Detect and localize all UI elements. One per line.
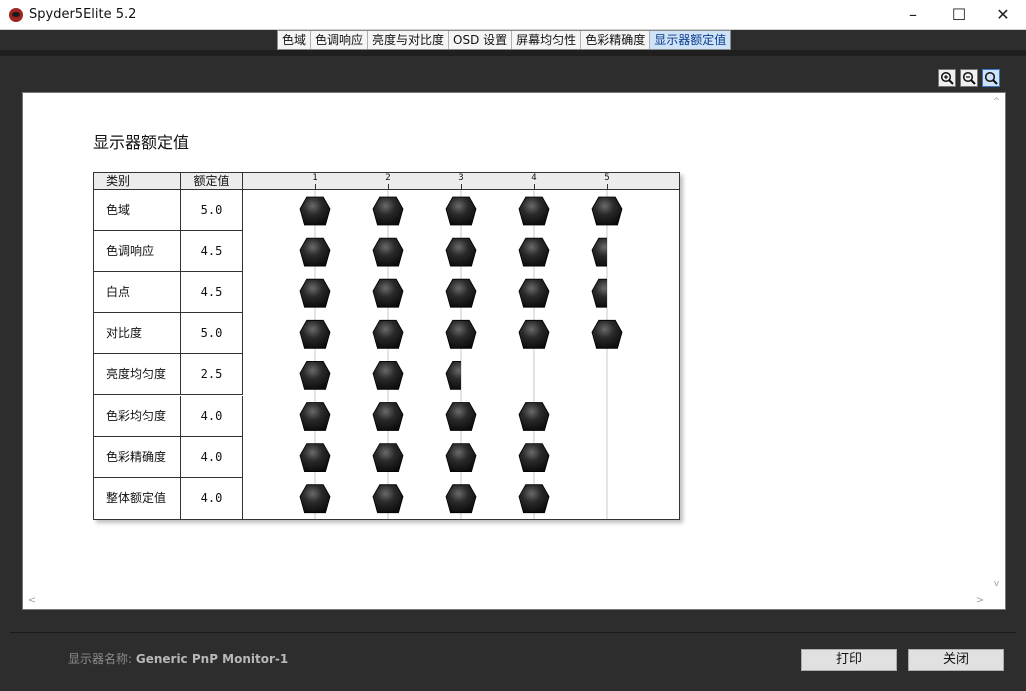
scroll-right-icon[interactable]: > [973,592,987,609]
rating-spyder-icon [591,278,607,308]
rating-spyder-icon [372,402,404,431]
tab-brightness-contrast[interactable]: 亮度与对比度 [368,31,450,49]
tab-tone-response[interactable]: 色调响应 [311,31,369,49]
scroll-left-icon[interactable]: < [25,592,39,609]
rating-spyder-icon [591,196,623,226]
rating-spyder-icon [445,484,477,514]
vertical-scrollbar[interactable]: ^ v [988,93,1005,593]
rating-spyder-icon [591,237,607,267]
row-rating-value: 4.0 [181,477,243,519]
tab-monitor-rating[interactable]: 显示器额定值 [650,31,731,49]
rating-spyder-icon [518,196,550,226]
row-category: 色调响应 [94,231,181,273]
rating-spyder-icon [445,361,461,390]
rating-spyder-icon [372,361,404,390]
rating-spyder-icon [299,278,331,308]
report-tabs: 色域 色调响应 亮度与对比度 OSD 设置 屏幕均匀性 色彩精确度 显示器额定值 [277,30,732,50]
rating-spyder-icon [445,443,477,472]
rating-spyder-icon [299,361,331,390]
monitor-name-caption: 显示器名称: [68,652,136,666]
scale-tick-5: 5 [604,173,610,183]
rating-spyder-icon [518,484,550,514]
row-rating-value: 4.5 [181,272,243,314]
header-category: 类别 [94,173,181,190]
rating-spyder-icon [445,319,477,349]
row-rating-value: 2.5 [181,354,243,396]
rating-spyder-icon [299,237,331,267]
rating-spyder-icon [299,484,331,514]
tab-screen-uniformity[interactable]: 屏幕均匀性 [512,31,582,49]
rating-spyder-icon [518,278,550,308]
row-category: 色域 [94,190,181,231]
zoom-fit-icon [984,71,998,85]
rating-spyder-icon [372,484,404,514]
row-rating-value: 5.0 [181,190,243,231]
header-value: 额定值 [181,173,243,190]
rating-spyder-icon [372,278,404,308]
rating-spyder-icon [518,319,550,349]
footer-divider [10,632,1016,633]
rating-spyder-icon [518,237,550,267]
row-category: 白点 [94,272,181,314]
ratings-table: 类别 额定值 12345 色域 5.0 色调响应 4.5 白点 4.5 对比度 5.0 亮度均匀… [93,172,680,520]
header-scale: 1 2 3 4 5 [243,173,679,190]
report-title: 显示器额定值 [93,133,190,152]
spyder-logo-icon [9,8,23,22]
row-rating-value: 4.5 [181,231,243,273]
close-window-button[interactable]: ✕ [980,0,1026,30]
rating-spyder-icon [518,402,550,431]
tab-color-accuracy[interactable]: 色彩精确度 [581,31,651,49]
scale-tick-2: 2 [385,173,391,183]
scale-tick-4: 4 [531,173,537,183]
print-button[interactable]: 打印 [801,649,897,671]
rating-spyder-icon [445,402,477,431]
rating-spyder-icon [372,319,404,349]
zoom-in-button[interactable] [938,69,956,87]
rating-spyder-icon [372,196,404,226]
zoom-in-icon [940,71,954,85]
horizontal-scrollbar[interactable]: < > [23,592,1005,609]
row-category: 色彩均匀度 [94,395,181,437]
rating-spyder-icon [591,319,623,349]
rating-spyder-icon [445,196,477,226]
toolbar-strip [0,50,1026,56]
scroll-up-icon[interactable]: ^ [988,95,1005,109]
tab-osd-settings[interactable]: OSD 设置 [449,31,513,49]
zoom-fit-button[interactable] [982,69,1000,87]
row-rating-value: 4.0 [181,436,243,478]
row-category: 整体额定值 [94,477,181,519]
monitor-name-value: Generic PnP Monitor-1 [135,652,289,666]
scale-tick-1: 1 [312,173,318,183]
maximize-button[interactable]: ☐ [936,0,982,30]
window-title: Spyder5Elite 5.2 [29,7,137,22]
rating-spyder-icon [445,278,477,308]
rating-spyder-icon [445,237,477,267]
tab-gamut[interactable]: 色域 [278,31,312,49]
row-category: 亮度均匀度 [94,354,181,396]
rating-spyder-icon [518,443,550,472]
rating-spyder-icon [372,443,404,472]
rating-spyder-icon [372,237,404,267]
row-category: 色彩精确度 [94,436,181,478]
zoom-out-icon [962,71,976,85]
report-panel: 显示器额定值 类别 额定值 12345 色域 5.0 色调响应 4.5 白点 4.5 对比度… [22,92,1006,610]
rating-spyder-icon [299,443,331,472]
close-button[interactable]: 关闭 [908,649,1004,671]
rating-spyder-icon [299,319,331,349]
zoom-out-button[interactable] [960,69,978,87]
rating-plot [299,190,623,519]
title-bar: Spyder5Elite 5.2 – ☐ ✕ [0,0,1026,30]
minimize-button[interactable]: – [890,0,936,30]
zoom-toolbar [938,69,1000,87]
scroll-down-icon[interactable]: v [988,577,1005,591]
row-category: 对比度 [94,313,181,355]
app-window: Spyder5Elite 5.2 – ☐ ✕ 色域 色调响应 亮度与对比度 OS… [0,0,1026,691]
scale-tick-3: 3 [458,173,464,183]
row-rating-value: 4.0 [181,395,243,437]
monitor-name-label: 显示器名称: Generic PnP Monitor-1 [68,650,288,667]
rating-spyder-icon [299,402,331,431]
rating-spyder-icon [299,196,331,226]
row-rating-value: 5.0 [181,313,243,355]
